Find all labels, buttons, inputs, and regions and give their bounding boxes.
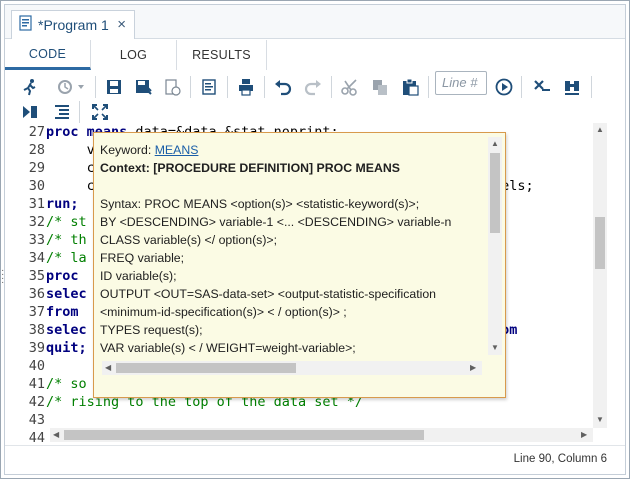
syntax-line: OUTPUT <OUT=SAS-data-set> <output-statis… [100,287,437,301]
snippets-icon[interactable] [51,101,73,123]
tab-results[interactable]: RESULTS [177,40,267,70]
line-number: 27 [28,124,45,140]
line-number: 28 [28,142,45,158]
tab-code[interactable]: CODE [5,40,91,70]
code-token: v [46,142,95,158]
line-number: 38 [28,322,45,338]
popup-vertical-scroll-thumb[interactable] [490,153,500,233]
popup-vertical-scrollbar[interactable]: ▲ ▼ [488,137,502,355]
program-tab-label: *Program 1 [38,17,109,33]
editor-horizontal-scrollbar[interactable]: ◀ ▶ [50,428,593,442]
maximize-view-icon[interactable] [89,101,111,123]
open-icon[interactable] [161,76,183,98]
tab-log[interactable]: LOG [91,40,177,70]
popup-scroll-right-arrow[interactable]: ▶ [470,363,476,372]
line-number-gutter: 27 28 29 30 31 32 33 34 35 36 37 38 39 40 41 42 43 44 [5,123,45,446]
history-icon[interactable] [53,76,89,98]
line-number: 39 [28,340,45,356]
syntax-lines: Syntax: PROC MEANS <option(s)> <statisti… [100,195,484,357]
scroll-down-arrow[interactable]: ▼ [596,415,604,424]
popup-horizontal-scrollbar[interactable]: ◀ ▶ [102,361,482,375]
line-number-input[interactable]: Line # [435,71,487,95]
code-token: proc [46,268,79,284]
syntax-line: VAR variable(s) < / WEIGHT=weight-variab… [100,341,356,355]
editor-horizontal-scroll-thumb[interactable] [64,430,424,440]
keyword-label: Keyword: [100,143,155,157]
scroll-up-arrow[interactable]: ▲ [596,125,604,134]
line-number: 36 [28,286,45,302]
keyword-link[interactable]: MEANS [155,143,199,157]
undo-icon[interactable] [272,76,294,98]
popup-horizontal-scroll-thumb[interactable] [116,363,296,373]
syntax-help-popup: Keyword: MEANS Context: [PROCEDURE DEFIN… [93,132,506,398]
popup-scroll-down-arrow[interactable]: ▼ [491,343,499,352]
line-number: 41 [28,376,45,392]
line-number: 33 [28,232,45,248]
line-number: 40 [28,358,45,374]
syntax-line: CLASS variable(s) </ option(s)>; [100,233,278,247]
go-to-line-icon[interactable] [493,76,515,98]
submit-selected-icon[interactable] [19,101,41,123]
editor-vertical-scrollbar[interactable]: ▲ ▼ [593,123,607,428]
editor-toolbar [5,71,625,123]
run-icon[interactable] [19,76,41,98]
syntax-line: Syntax: PROC MEANS <option(s)> <statisti… [100,197,420,211]
code-token: /* la [46,250,87,266]
program-window: *Program 1 × CODE LOG RESULTS Line # 27 … [0,0,630,479]
line-number: 35 [28,268,45,284]
code-line[interactable] [46,411,591,428]
line-number: 30 [28,178,45,194]
code-token: c [46,160,95,176]
line-number: 34 [28,250,45,266]
cut-icon[interactable] [339,76,361,98]
code-token: run; [46,196,79,212]
copy-icon[interactable] [369,76,391,98]
popup-scroll-up-arrow[interactable]: ▲ [491,139,499,148]
line-number: 43 [28,412,45,428]
code-token: from [46,304,79,320]
redo-icon[interactable] [302,76,324,98]
close-tab-icon[interactable]: × [117,16,126,33]
resize-handle-icon[interactable]: · · · · [1,266,4,288]
syntax-line: ID variable(s); [100,269,177,283]
scroll-left-arrow[interactable]: ◀ [53,430,59,439]
syntax-help-content: Keyword: MEANS Context: [PROCEDURE DEFIN… [100,141,484,359]
cursor-position: Line 90, Column 6 [513,453,607,465]
line-number: 42 [28,394,45,410]
syntax-line: <minimum-id-specification(s)> < / option… [100,305,347,319]
clear-code-icon[interactable] [531,76,553,98]
line-number: 32 [28,214,45,230]
save-icon[interactable] [103,76,125,98]
code-analysis-icon[interactable] [561,76,583,98]
syntax-line: FREQ variable; [100,251,185,265]
code-token: selec [46,286,87,302]
editor-vertical-scroll-thumb[interactable] [595,217,605,269]
save-as-icon[interactable] [132,76,154,98]
scroll-right-arrow[interactable]: ▶ [581,430,587,439]
syntax-line: BY <DESCENDING> variable-1 <... <DESCEND… [100,215,452,229]
line-number: 29 [28,160,45,176]
print-icon[interactable] [235,76,257,98]
line-number: 37 [28,304,45,320]
code-token: quit; [46,340,87,356]
context-line: Context: [PROCEDURE DEFINITION] PROC MEA… [100,161,400,175]
code-token: selec [46,322,87,338]
line-number: 31 [28,196,45,212]
document-tabstrip: *Program 1 × [5,5,625,39]
keyword-row: Keyword: MEANS [100,141,484,159]
syntax-line: TYPES request(s); [100,323,203,337]
popup-scroll-left-arrow[interactable]: ◀ [105,363,111,372]
format-code-icon[interactable] [198,76,220,98]
view-tabs: CODE LOG RESULTS [5,40,625,70]
status-bar: Line 90, Column 6 [5,445,625,474]
program-file-icon [18,14,34,36]
paste-icon[interactable] [399,76,421,98]
program-tab[interactable]: *Program 1 × [11,10,135,39]
